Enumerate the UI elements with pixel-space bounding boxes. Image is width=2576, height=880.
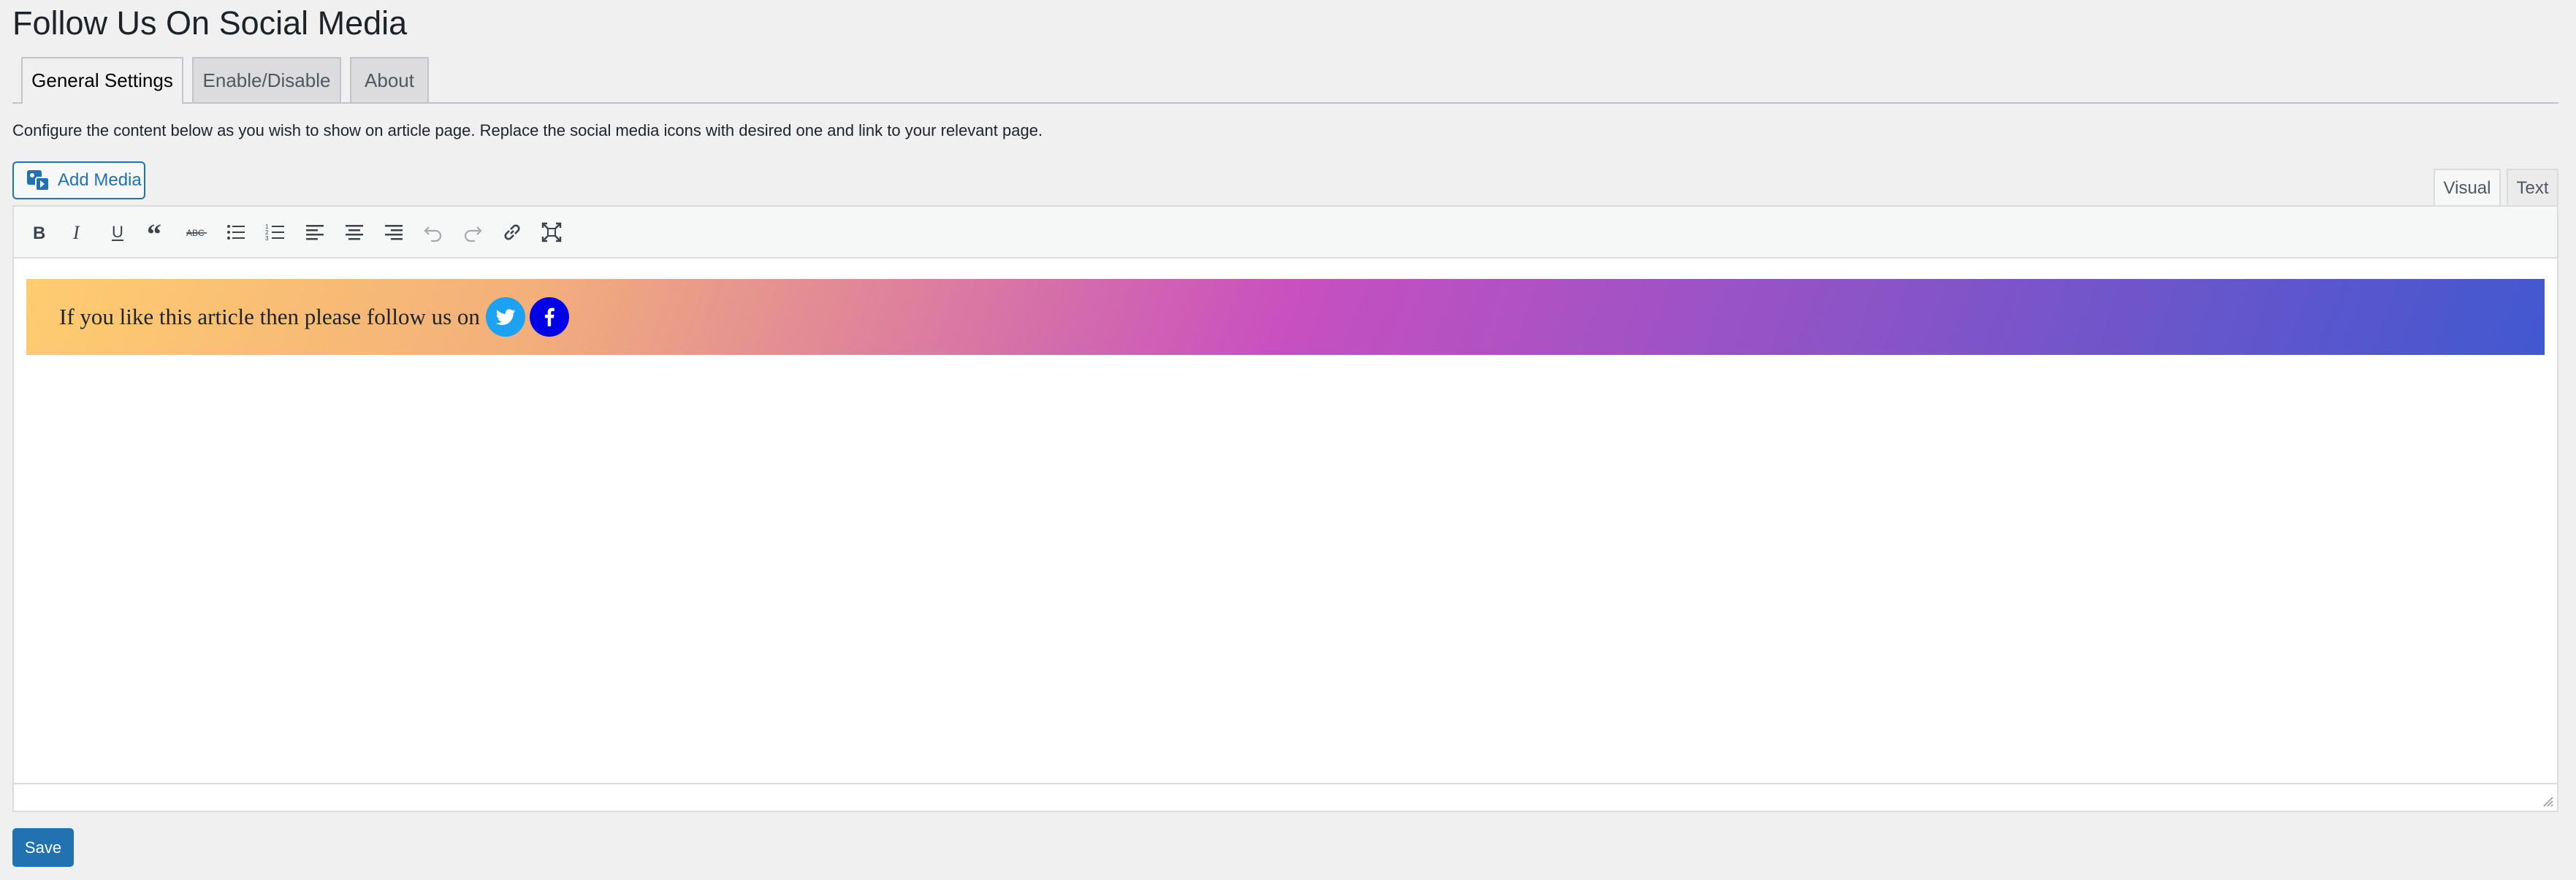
svg-text:B: B xyxy=(33,223,45,243)
blockquote-icon[interactable]: “ xyxy=(141,216,173,248)
undo-icon[interactable] xyxy=(417,216,449,248)
add-media-button[interactable]: Add Media xyxy=(12,161,145,199)
banner-text: If you like this article then please fol… xyxy=(59,304,480,329)
twitter-icon[interactable] xyxy=(485,297,525,337)
bold-icon[interactable]: B xyxy=(23,216,55,248)
link-icon[interactable] xyxy=(496,216,528,248)
svg-text:I: I xyxy=(72,222,80,243)
redo-icon[interactable] xyxy=(457,216,489,248)
social-follow-banner: If you like this article then please fol… xyxy=(26,279,2545,355)
settings-tabs: General Settings Enable/Disable About xyxy=(12,57,2558,104)
add-media-label: Add Media xyxy=(58,170,142,190)
resize-handle-icon[interactable] xyxy=(2539,793,2554,808)
numbered-list-icon[interactable]: 123 xyxy=(259,216,291,248)
align-center-icon[interactable] xyxy=(338,216,370,248)
svg-text:“: “ xyxy=(147,221,161,244)
facebook-icon[interactable] xyxy=(529,297,569,337)
save-button[interactable]: Save xyxy=(12,828,74,867)
svg-text:U: U xyxy=(112,223,123,241)
editor-tab-text[interactable]: Text xyxy=(2507,169,2558,207)
tab-general-settings[interactable]: General Settings xyxy=(21,57,183,104)
editor-toolbar: B I U “ ABC 123 xyxy=(14,207,2557,259)
content-editor: B I U “ ABC 123 If you like this article… xyxy=(12,205,2558,812)
italic-icon[interactable]: I xyxy=(62,216,94,248)
add-media-icon xyxy=(27,170,50,191)
tab-about[interactable]: About xyxy=(350,57,429,102)
editor-tab-visual[interactable]: Visual xyxy=(2434,169,2501,207)
fullscreen-icon[interactable] xyxy=(536,216,568,248)
bullet-list-icon[interactable] xyxy=(220,216,252,248)
align-left-icon[interactable] xyxy=(299,216,331,248)
editor-content-area[interactable]: If you like this article then please fol… xyxy=(14,259,2557,784)
strikethrough-icon[interactable]: ABC xyxy=(180,216,213,248)
tab-enable-disable[interactable]: Enable/Disable xyxy=(192,57,341,102)
svg-text:3: 3 xyxy=(265,235,269,242)
align-right-icon[interactable] xyxy=(378,216,410,248)
editor-statusbar xyxy=(14,783,2557,811)
page-description: Configure the content below as you wish … xyxy=(12,121,1043,139)
underline-icon[interactable]: U xyxy=(102,216,134,248)
page-title: Follow Us On Social Media xyxy=(12,4,408,42)
